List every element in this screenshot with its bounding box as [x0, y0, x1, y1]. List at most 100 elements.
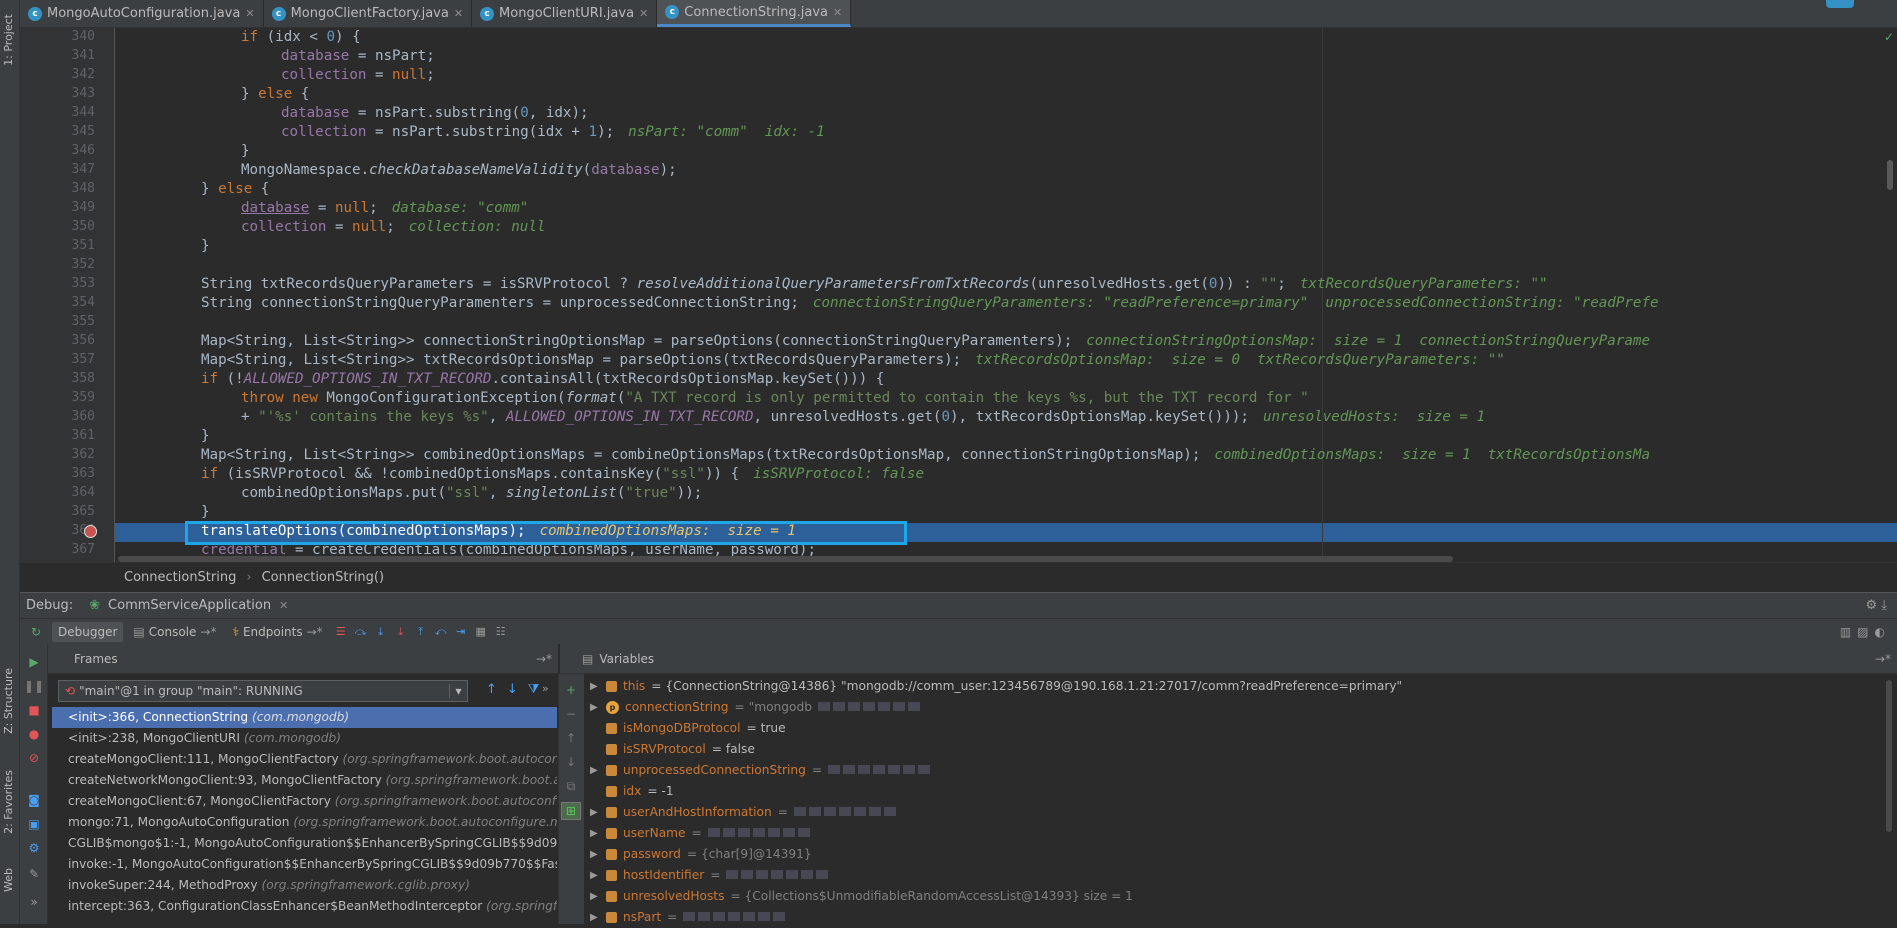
- frame-item[interactable]: mongo:71, MongoAutoConfiguration (org.sp…: [52, 812, 557, 833]
- frame-package: (org.springframework.boot.autoconfig: [342, 752, 557, 766]
- variable-row[interactable]: ▶ userAndHostInformation =: [590, 802, 899, 823]
- redacted-value: [683, 907, 788, 928]
- expand-arrow-icon[interactable]: ▶: [590, 823, 600, 844]
- expand-arrow-icon[interactable]: ▶: [590, 886, 600, 907]
- settings-gear-icon[interactable]: ⚙ ⤓: [1865, 598, 1887, 613]
- frame-item[interactable]: createMongoClient:111, MongoClientFactor…: [52, 749, 557, 770]
- frame-package: (org.springframework.boot.auto: [385, 773, 557, 787]
- expand-arrow-icon[interactable]: ▶: [590, 907, 600, 928]
- tab-label: MongoClientURI.java: [499, 6, 635, 21]
- layout-icons[interactable]: ▥▨◐: [1840, 625, 1891, 639]
- variable-row[interactable]: isMongoDBProtocol = true: [590, 718, 786, 739]
- frames-pin-icon[interactable]: →*: [536, 652, 552, 666]
- frame-item[interactable]: invoke:-1, MongoAutoConfiguration$$Enhan…: [52, 854, 557, 875]
- expand-arrow-icon[interactable]: ▶: [590, 844, 600, 865]
- close-icon[interactable]: ✕: [245, 7, 254, 20]
- line-number: 345: [71, 124, 95, 139]
- web-tool-button[interactable]: Web: [2, 868, 15, 892]
- variable-row[interactable]: ▶ this = {ConnectionString@14386} "mongodb…: [590, 676, 1402, 697]
- favorites-tool-button[interactable]: 2: Favorites: [2, 770, 15, 834]
- notification-icon[interactable]: [1826, 0, 1854, 8]
- close-icon[interactable]: ✕: [833, 6, 842, 19]
- variable-row[interactable]: ▶ nsPart =: [590, 907, 788, 928]
- tab-mongo-auto-configuration[interactable]: c MongoAutoConfiguration.java ✕: [20, 0, 264, 27]
- frame-nav-icons[interactable]: ↑↓⧩: [486, 682, 549, 697]
- structure-tool-button[interactable]: Z: Structure: [2, 668, 15, 734]
- stop-icon[interactable]: ■: [26, 702, 42, 718]
- breakpoint-icon[interactable]: [84, 525, 97, 538]
- more-icon[interactable]: »: [26, 894, 42, 910]
- variables-pin-icon[interactable]: →*: [1875, 652, 1891, 666]
- expand-arrow-icon[interactable]: ▶: [590, 676, 600, 697]
- expand-arrow-icon[interactable]: ▶: [590, 760, 600, 781]
- frame-item[interactable]: intercept:363, ConfigurationClassEnhance…: [52, 896, 557, 917]
- frame-item[interactable]: invokeSuper:244, MethodProxy (org.spring…: [52, 875, 557, 896]
- expand-arrow-icon[interactable]: ▶: [590, 697, 600, 718]
- variable-row[interactable]: ▶ hostIdentifier =: [590, 865, 831, 886]
- project-tool-button[interactable]: 1: Project: [2, 14, 15, 66]
- pause-icon[interactable]: ❚❚: [24, 678, 44, 694]
- variable-row[interactable]: isSRVProtocol = false: [590, 739, 755, 760]
- add-watch-icon[interactable]: +: [563, 682, 579, 698]
- variable-row[interactable]: ▶ password = {char[9]@14391}: [590, 844, 812, 865]
- step-into-icon[interactable]: ⤓: [373, 624, 389, 640]
- rerun-icon[interactable]: ↻: [24, 625, 48, 639]
- frame-method: createMongoClient:67, MongoClientFactory: [68, 794, 335, 808]
- remove-watch-icon[interactable]: −: [563, 706, 579, 722]
- pin-tab-icon[interactable]: ✎: [26, 866, 42, 882]
- tab-debugger[interactable]: Debugger: [52, 621, 124, 642]
- restore-layout-icon[interactable]: ▣: [26, 816, 42, 832]
- variable-row[interactable]: ▶ userName =: [590, 823, 813, 844]
- thread-selector[interactable]: ⟲ "main"@1 in group "main": RUNNING ▾: [58, 680, 468, 702]
- resume-icon[interactable]: ▶: [26, 654, 42, 670]
- variables-scrollbar[interactable]: [1886, 680, 1892, 832]
- camera-icon[interactable]: ◙: [26, 792, 42, 808]
- field-type-icon: [606, 870, 617, 881]
- mute-breakpoints-icon[interactable]: ⊘: [26, 750, 42, 766]
- tab-console[interactable]: ▤ Console →*: [127, 622, 222, 642]
- frame-item[interactable]: createNetworkMongoClient:93, MongoClient…: [52, 770, 557, 791]
- code-editor[interactable]: if (idx < 0) { database = nsPart; collec…: [115, 28, 1897, 562]
- vertical-scrollbar[interactable]: [1887, 160, 1893, 190]
- tab-connection-string[interactable]: c ConnectionString.java ✕: [657, 0, 852, 27]
- run-config-tab[interactable]: CommServiceApplication: [108, 598, 271, 613]
- frame-package: (org.springframework.boot.autoconfigure.…: [293, 815, 557, 829]
- field-type-icon: [606, 828, 617, 839]
- run-to-cursor-icon[interactable]: ⇥: [453, 624, 469, 640]
- trace-icon[interactable]: ☷: [493, 624, 509, 640]
- variable-row[interactable]: ▶ p connectionString = "mongodb: [590, 697, 923, 718]
- show-execution-point-icon[interactable]: ☰: [333, 624, 349, 640]
- more-icon[interactable]: »: [542, 682, 549, 695]
- variable-row[interactable]: ▶ unprocessedConnectionString =: [590, 760, 933, 781]
- view-breakpoints-icon[interactable]: ●: [26, 726, 42, 742]
- expand-arrow-icon[interactable]: ▶: [590, 802, 600, 823]
- field-type-icon: [606, 681, 617, 692]
- frame-item[interactable]: <init>:238, MongoClientURI (com.mongodb): [52, 728, 557, 749]
- tab-mongo-client-factory[interactable]: c MongoClientFactory.java ✕: [264, 0, 473, 27]
- expand-arrow-icon[interactable]: ▶: [590, 865, 600, 886]
- frame-item[interactable]: CGLIB$mongo$1:-1, MongoAutoConfiguration…: [52, 833, 557, 854]
- drop-frame-icon[interactable]: ⤺: [433, 624, 449, 640]
- move-down-icon[interactable]: ↓: [563, 754, 579, 770]
- copy-icon[interactable]: ⧉: [563, 778, 579, 794]
- close-icon[interactable]: ✕: [639, 7, 648, 20]
- show-watches-icon[interactable]: ⊞: [561, 802, 581, 820]
- force-step-into-icon[interactable]: ⤓: [393, 624, 409, 640]
- variable-row[interactable]: idx = -1: [590, 781, 674, 802]
- line-number: 343: [71, 86, 95, 101]
- close-icon[interactable]: ✕: [279, 599, 288, 612]
- frame-item[interactable]: createMongoClient:67, MongoClientFactory…: [52, 791, 557, 812]
- chevron-down-icon[interactable]: ▾: [449, 684, 467, 698]
- breadcrumb-method[interactable]: ConnectionString(): [262, 570, 385, 585]
- step-out-icon[interactable]: ⤒: [413, 624, 429, 640]
- variable-row[interactable]: ▶ unresolvedHosts = {Collections$Unmodifia…: [590, 886, 1133, 907]
- move-up-icon[interactable]: ↑: [563, 730, 579, 746]
- breadcrumb-class[interactable]: ConnectionString: [124, 570, 236, 585]
- tab-mongo-client-uri[interactable]: c MongoClientURI.java ✕: [472, 0, 658, 27]
- tab-endpoints[interactable]: ⚕ Endpoints →*: [226, 622, 328, 642]
- step-over-icon[interactable]: ⤼: [353, 624, 369, 640]
- close-icon[interactable]: ✕: [454, 7, 463, 20]
- settings-icon[interactable]: ⚙: [26, 840, 42, 856]
- evaluate-expression-icon[interactable]: ▦: [473, 624, 489, 640]
- frame-item[interactable]: <init>:366, ConnectionString (com.mongod…: [52, 707, 557, 728]
